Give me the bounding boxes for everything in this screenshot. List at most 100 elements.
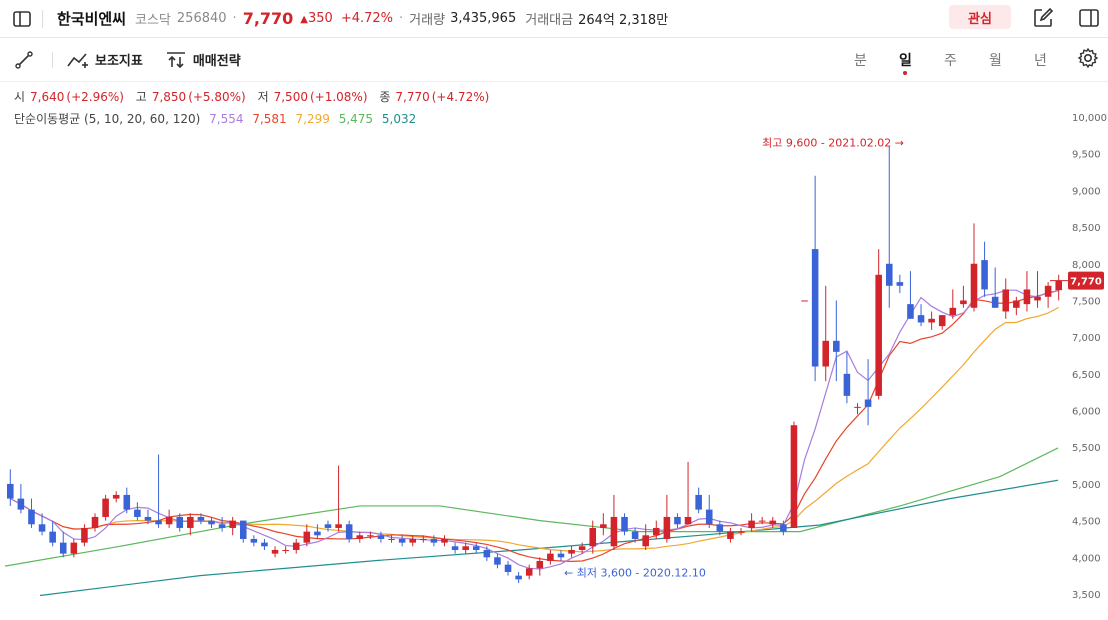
price-change: ▲350	[300, 11, 333, 26]
candle-body	[377, 535, 385, 539]
indicator-icon	[67, 52, 88, 68]
candlestick-chart[interactable]: 10,000 9,500 9,000 8,500 8,000 7,500 7,000 6,50…	[0, 82, 1108, 620]
candle-body	[642, 535, 649, 547]
volume-label: 거래량	[409, 13, 446, 28]
candle-body	[123, 494, 131, 510]
candle-body	[610, 516, 618, 547]
candle-body	[822, 340, 830, 367]
market-label: 코스닥	[135, 13, 171, 28]
stock-name: 한국비엔씨	[57, 10, 127, 28]
candle-body	[970, 263, 978, 308]
candle-body	[653, 527, 660, 536]
candle-body	[991, 296, 999, 308]
candle-body	[441, 538, 448, 543]
candle-body	[472, 546, 480, 550]
candle-body	[28, 509, 35, 525]
price-change-value: 350	[308, 11, 333, 26]
low-annotation: ← 최저 3,600 - 2020.12.10	[564, 567, 706, 580]
candle-body	[165, 516, 173, 525]
y-axis-tick-label: 8,000	[1072, 260, 1101, 271]
volume-value: 3,435,965	[450, 11, 517, 26]
candle-body	[70, 542, 78, 554]
strategy-label: 매매전략	[192, 54, 241, 69]
candle-body	[780, 524, 787, 532]
amount-label: 거래대금	[525, 13, 574, 28]
y-axis-tick-label: 7,000	[1072, 333, 1101, 344]
tab-month[interactable]: 월	[973, 50, 1018, 70]
candle-body	[801, 300, 808, 302]
candle-body	[81, 527, 88, 543]
candle-body	[1044, 285, 1052, 297]
candle-body	[737, 531, 745, 533]
y-axis-tick-label: 4,500	[1072, 517, 1101, 528]
y-axis-tick-label: 6,500	[1072, 370, 1101, 381]
candle-body	[1013, 300, 1020, 308]
candle-body	[388, 538, 395, 540]
candle-body	[345, 524, 353, 539]
sidebar-toggle-icon[interactable]	[12, 9, 32, 29]
candle-body	[430, 538, 438, 543]
candle-body	[981, 260, 988, 290]
candle-body	[705, 509, 713, 525]
candle-body	[494, 557, 501, 565]
divider	[52, 51, 53, 68]
candle-body	[1002, 289, 1010, 312]
candle-body	[854, 406, 861, 408]
y-axis-tick-label: 5,000	[1072, 480, 1101, 491]
candle-body	[833, 340, 840, 352]
amount-value: 264억 2,318만	[578, 13, 669, 28]
y-axis-tick-label: 8,500	[1072, 223, 1101, 234]
draw-line-icon[interactable]	[14, 50, 34, 70]
candle-body	[314, 531, 321, 536]
candle-body	[578, 546, 586, 550]
favorite-button[interactable]: 관심	[949, 5, 1011, 29]
candle-body	[218, 524, 226, 528]
strategy-button[interactable]: 매매전략	[165, 50, 241, 69]
candle-body	[1055, 280, 1062, 291]
candle-body	[282, 549, 289, 551]
candle-body	[769, 520, 777, 525]
candle-body	[727, 531, 734, 539]
candle-body	[451, 546, 459, 550]
candle-body	[155, 520, 162, 525]
indicator-button[interactable]: 보조지표	[67, 50, 143, 69]
candle-body	[335, 524, 342, 528]
candle-body	[864, 399, 872, 407]
candle-body	[695, 494, 702, 510]
gear-icon[interactable]	[1077, 47, 1099, 69]
edit-icon[interactable]	[1032, 7, 1054, 29]
candle-body	[885, 263, 893, 286]
candle-body	[292, 542, 300, 550]
y-axis-tick-label: 3,500	[1072, 590, 1101, 601]
candle-body	[229, 520, 236, 528]
y-axis-tick-label: 9,000	[1072, 186, 1101, 197]
tab-minute[interactable]: 분	[838, 50, 883, 70]
candle-body	[790, 425, 798, 528]
candle-body	[303, 531, 311, 543]
candle-body	[208, 520, 215, 525]
candle-body	[144, 516, 152, 521]
candle-body	[134, 509, 141, 517]
tab-day[interactable]: 일	[883, 50, 928, 75]
candle-body	[811, 249, 819, 367]
tab-week[interactable]: 주	[928, 50, 973, 70]
panel-toggle-icon[interactable]	[1078, 7, 1100, 29]
candle-body	[663, 516, 671, 539]
current-price-label: 7,770	[1070, 277, 1102, 288]
candle-body	[398, 538, 406, 543]
candle-body	[1023, 289, 1031, 305]
candle-body	[917, 315, 925, 323]
candle-body	[557, 553, 565, 558]
candle-body	[536, 560, 544, 569]
candle-body	[843, 373, 851, 396]
period-tabs: 분 일 주 월 년	[838, 38, 1063, 81]
candle-body	[271, 549, 279, 554]
y-axis-tick-label: 10,000	[1072, 113, 1107, 124]
chart-toolbar: 보조지표 매매전략 분 일 주 월 년	[0, 38, 1108, 82]
candle-body	[938, 315, 946, 327]
separator-dot: ·	[399, 11, 404, 26]
separator-dot: ·	[232, 11, 237, 26]
stock-code: 256840	[176, 11, 227, 26]
divider	[42, 9, 43, 28]
tab-year[interactable]: 년	[1018, 50, 1063, 70]
